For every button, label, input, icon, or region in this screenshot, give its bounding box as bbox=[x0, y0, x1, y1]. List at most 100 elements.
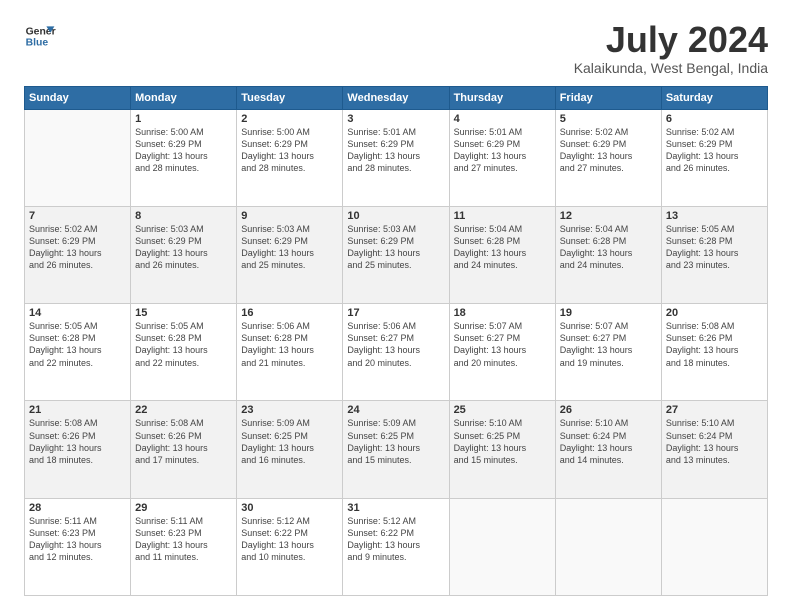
location: Kalaikunda, West Bengal, India bbox=[574, 60, 768, 76]
calendar-cell: 15Sunrise: 5:05 AM Sunset: 6:28 PM Dayli… bbox=[131, 304, 237, 401]
cell-info: Sunrise: 5:12 AM Sunset: 6:22 PM Dayligh… bbox=[241, 515, 338, 564]
calendar-cell: 19Sunrise: 5:07 AM Sunset: 6:27 PM Dayli… bbox=[555, 304, 661, 401]
calendar-cell: 6Sunrise: 5:02 AM Sunset: 6:29 PM Daylig… bbox=[661, 109, 767, 206]
column-header-friday: Friday bbox=[555, 86, 661, 109]
cell-info: Sunrise: 5:10 AM Sunset: 6:24 PM Dayligh… bbox=[666, 417, 763, 466]
logo: General Blue bbox=[24, 20, 56, 52]
day-number: 6 bbox=[666, 113, 763, 125]
cell-info: Sunrise: 5:00 AM Sunset: 6:29 PM Dayligh… bbox=[241, 126, 338, 175]
calendar-cell: 28Sunrise: 5:11 AM Sunset: 6:23 PM Dayli… bbox=[25, 498, 131, 595]
page: General Blue July 2024 Kalaikunda, West … bbox=[0, 0, 792, 612]
svg-text:Blue: Blue bbox=[26, 38, 49, 49]
day-number: 19 bbox=[560, 307, 657, 319]
calendar-cell: 29Sunrise: 5:11 AM Sunset: 6:23 PM Dayli… bbox=[131, 498, 237, 595]
cell-info: Sunrise: 5:03 AM Sunset: 6:29 PM Dayligh… bbox=[135, 223, 232, 272]
calendar-cell: 4Sunrise: 5:01 AM Sunset: 6:29 PM Daylig… bbox=[449, 109, 555, 206]
day-number: 29 bbox=[135, 502, 232, 514]
week-row-3: 14Sunrise: 5:05 AM Sunset: 6:28 PM Dayli… bbox=[25, 304, 768, 401]
cell-info: Sunrise: 5:01 AM Sunset: 6:29 PM Dayligh… bbox=[347, 126, 444, 175]
cell-info: Sunrise: 5:09 AM Sunset: 6:25 PM Dayligh… bbox=[347, 417, 444, 466]
day-number: 3 bbox=[347, 113, 444, 125]
calendar-cell: 24Sunrise: 5:09 AM Sunset: 6:25 PM Dayli… bbox=[343, 401, 449, 498]
column-header-sunday: Sunday bbox=[25, 86, 131, 109]
day-number: 5 bbox=[560, 113, 657, 125]
column-header-monday: Monday bbox=[131, 86, 237, 109]
day-number: 1 bbox=[135, 113, 232, 125]
calendar-cell: 1Sunrise: 5:00 AM Sunset: 6:29 PM Daylig… bbox=[131, 109, 237, 206]
cell-info: Sunrise: 5:04 AM Sunset: 6:28 PM Dayligh… bbox=[454, 223, 551, 272]
cell-info: Sunrise: 5:06 AM Sunset: 6:27 PM Dayligh… bbox=[347, 320, 444, 369]
day-number: 8 bbox=[135, 210, 232, 222]
day-number: 14 bbox=[29, 307, 126, 319]
calendar-cell: 14Sunrise: 5:05 AM Sunset: 6:28 PM Dayli… bbox=[25, 304, 131, 401]
calendar-cell: 12Sunrise: 5:04 AM Sunset: 6:28 PM Dayli… bbox=[555, 206, 661, 303]
cell-info: Sunrise: 5:06 AM Sunset: 6:28 PM Dayligh… bbox=[241, 320, 338, 369]
cell-info: Sunrise: 5:05 AM Sunset: 6:28 PM Dayligh… bbox=[135, 320, 232, 369]
calendar-cell: 16Sunrise: 5:06 AM Sunset: 6:28 PM Dayli… bbox=[237, 304, 343, 401]
title-block: July 2024 Kalaikunda, West Bengal, India bbox=[574, 20, 768, 76]
header-row: SundayMondayTuesdayWednesdayThursdayFrid… bbox=[25, 86, 768, 109]
calendar-cell bbox=[555, 498, 661, 595]
calendar-cell: 30Sunrise: 5:12 AM Sunset: 6:22 PM Dayli… bbox=[237, 498, 343, 595]
calendar-cell: 13Sunrise: 5:05 AM Sunset: 6:28 PM Dayli… bbox=[661, 206, 767, 303]
calendar-cell: 9Sunrise: 5:03 AM Sunset: 6:29 PM Daylig… bbox=[237, 206, 343, 303]
calendar-cell: 23Sunrise: 5:09 AM Sunset: 6:25 PM Dayli… bbox=[237, 401, 343, 498]
day-number: 30 bbox=[241, 502, 338, 514]
calendar-cell: 31Sunrise: 5:12 AM Sunset: 6:22 PM Dayli… bbox=[343, 498, 449, 595]
cell-info: Sunrise: 5:10 AM Sunset: 6:25 PM Dayligh… bbox=[454, 417, 551, 466]
calendar-cell bbox=[661, 498, 767, 595]
day-number: 21 bbox=[29, 404, 126, 416]
cell-info: Sunrise: 5:01 AM Sunset: 6:29 PM Dayligh… bbox=[454, 126, 551, 175]
day-number: 10 bbox=[347, 210, 444, 222]
calendar-cell: 3Sunrise: 5:01 AM Sunset: 6:29 PM Daylig… bbox=[343, 109, 449, 206]
header: General Blue July 2024 Kalaikunda, West … bbox=[24, 20, 768, 76]
day-number: 4 bbox=[454, 113, 551, 125]
cell-info: Sunrise: 5:05 AM Sunset: 6:28 PM Dayligh… bbox=[666, 223, 763, 272]
cell-info: Sunrise: 5:09 AM Sunset: 6:25 PM Dayligh… bbox=[241, 417, 338, 466]
calendar-cell: 2Sunrise: 5:00 AM Sunset: 6:29 PM Daylig… bbox=[237, 109, 343, 206]
week-row-5: 28Sunrise: 5:11 AM Sunset: 6:23 PM Dayli… bbox=[25, 498, 768, 595]
cell-info: Sunrise: 5:11 AM Sunset: 6:23 PM Dayligh… bbox=[135, 515, 232, 564]
cell-info: Sunrise: 5:04 AM Sunset: 6:28 PM Dayligh… bbox=[560, 223, 657, 272]
day-number: 9 bbox=[241, 210, 338, 222]
cell-info: Sunrise: 5:07 AM Sunset: 6:27 PM Dayligh… bbox=[454, 320, 551, 369]
column-header-wednesday: Wednesday bbox=[343, 86, 449, 109]
day-number: 18 bbox=[454, 307, 551, 319]
column-header-tuesday: Tuesday bbox=[237, 86, 343, 109]
cell-info: Sunrise: 5:05 AM Sunset: 6:28 PM Dayligh… bbox=[29, 320, 126, 369]
calendar-cell: 21Sunrise: 5:08 AM Sunset: 6:26 PM Dayli… bbox=[25, 401, 131, 498]
week-row-4: 21Sunrise: 5:08 AM Sunset: 6:26 PM Dayli… bbox=[25, 401, 768, 498]
cell-info: Sunrise: 5:11 AM Sunset: 6:23 PM Dayligh… bbox=[29, 515, 126, 564]
cell-info: Sunrise: 5:03 AM Sunset: 6:29 PM Dayligh… bbox=[347, 223, 444, 272]
cell-info: Sunrise: 5:08 AM Sunset: 6:26 PM Dayligh… bbox=[29, 417, 126, 466]
day-number: 26 bbox=[560, 404, 657, 416]
cell-info: Sunrise: 5:00 AM Sunset: 6:29 PM Dayligh… bbox=[135, 126, 232, 175]
calendar-cell bbox=[449, 498, 555, 595]
day-number: 25 bbox=[454, 404, 551, 416]
day-number: 12 bbox=[560, 210, 657, 222]
calendar-cell: 10Sunrise: 5:03 AM Sunset: 6:29 PM Dayli… bbox=[343, 206, 449, 303]
cell-info: Sunrise: 5:02 AM Sunset: 6:29 PM Dayligh… bbox=[29, 223, 126, 272]
day-number: 16 bbox=[241, 307, 338, 319]
column-header-thursday: Thursday bbox=[449, 86, 555, 109]
calendar-table: SundayMondayTuesdayWednesdayThursdayFrid… bbox=[24, 86, 768, 596]
day-number: 22 bbox=[135, 404, 232, 416]
calendar-cell: 27Sunrise: 5:10 AM Sunset: 6:24 PM Dayli… bbox=[661, 401, 767, 498]
day-number: 31 bbox=[347, 502, 444, 514]
day-number: 7 bbox=[29, 210, 126, 222]
day-number: 11 bbox=[454, 210, 551, 222]
calendar-cell: 26Sunrise: 5:10 AM Sunset: 6:24 PM Dayli… bbox=[555, 401, 661, 498]
calendar-cell: 18Sunrise: 5:07 AM Sunset: 6:27 PM Dayli… bbox=[449, 304, 555, 401]
cell-info: Sunrise: 5:03 AM Sunset: 6:29 PM Dayligh… bbox=[241, 223, 338, 272]
cell-info: Sunrise: 5:10 AM Sunset: 6:24 PM Dayligh… bbox=[560, 417, 657, 466]
day-number: 23 bbox=[241, 404, 338, 416]
cell-info: Sunrise: 5:07 AM Sunset: 6:27 PM Dayligh… bbox=[560, 320, 657, 369]
day-number: 13 bbox=[666, 210, 763, 222]
logo-icon: General Blue bbox=[24, 20, 56, 52]
day-number: 15 bbox=[135, 307, 232, 319]
day-number: 27 bbox=[666, 404, 763, 416]
cell-info: Sunrise: 5:08 AM Sunset: 6:26 PM Dayligh… bbox=[135, 417, 232, 466]
month-title: July 2024 bbox=[574, 20, 768, 60]
calendar-cell: 5Sunrise: 5:02 AM Sunset: 6:29 PM Daylig… bbox=[555, 109, 661, 206]
day-number: 28 bbox=[29, 502, 126, 514]
